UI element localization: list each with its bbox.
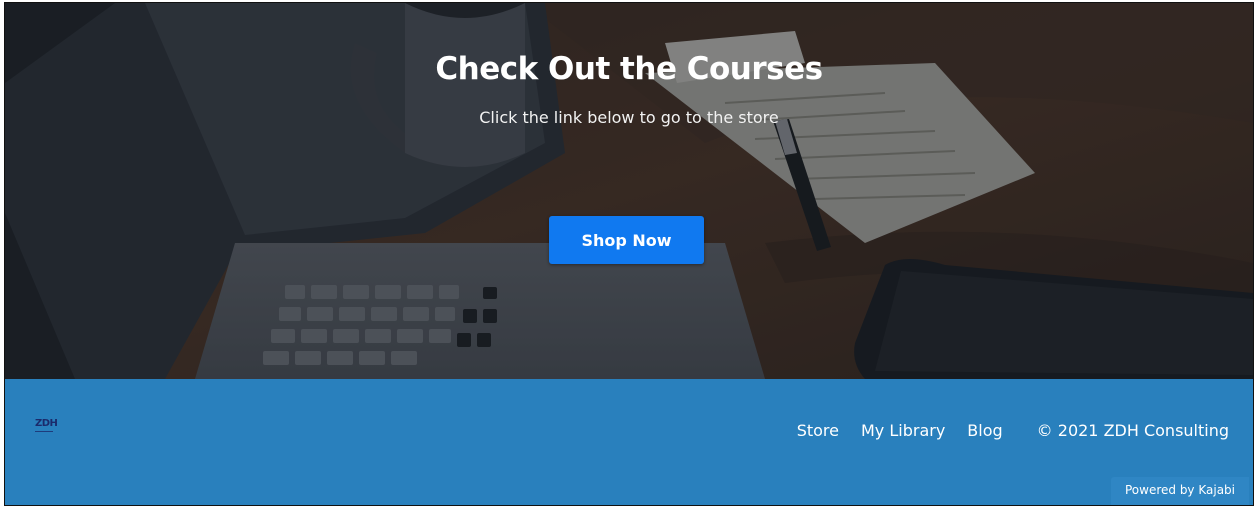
hero-title: Check Out the Courses: [435, 51, 823, 87]
footer-link-blog[interactable]: Blog: [967, 421, 1002, 440]
hero-section: Check Out the Courses Click the link bel…: [5, 3, 1253, 379]
hero-subtitle: Click the link below to go to the store: [479, 108, 779, 127]
site-footer: ZDH Store My Library Blog © 2021 ZDH Con…: [5, 379, 1253, 505]
footer-nav: Store My Library Blog © 2021 ZDH Consult…: [797, 421, 1229, 440]
logo-underline: [35, 431, 53, 432]
footer-link-store[interactable]: Store: [797, 421, 839, 440]
page-frame: Check Out the Courses Click the link bel…: [4, 2, 1254, 506]
footer-copyright: © 2021 ZDH Consulting: [1036, 421, 1229, 440]
logo-text: ZDH: [35, 418, 58, 429]
footer-logo[interactable]: ZDH: [35, 419, 69, 437]
footer-link-my-library[interactable]: My Library: [861, 421, 945, 440]
shop-now-button[interactable]: Shop Now: [549, 216, 704, 264]
powered-by-kajabi-badge[interactable]: Powered by Kajabi: [1110, 477, 1249, 505]
